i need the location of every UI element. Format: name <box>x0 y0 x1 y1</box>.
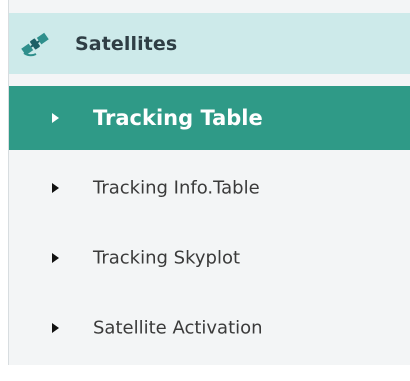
caret-right-icon <box>52 323 59 333</box>
caret-right-icon <box>52 113 59 123</box>
menu-item-tracking-skyplot[interactable]: Tracking Skyplot <box>9 226 410 290</box>
section-title: Satellites <box>75 33 178 55</box>
satellite-icon <box>18 29 52 59</box>
menu-item-label: Tracking Table <box>93 106 263 130</box>
menu-item-label: Tracking Info.Table <box>93 177 260 199</box>
section-header-satellites[interactable]: Satellites <box>9 13 410 74</box>
sidebar-panel: Satellites Tracking Table Tracking Info.… <box>8 0 410 365</box>
menu-item-tracking-info-table[interactable]: Tracking Info.Table <box>9 156 410 220</box>
caret-right-icon <box>52 183 59 193</box>
menu-item-label: Satellite Activation <box>93 317 263 339</box>
menu-item-satellite-activation[interactable]: Satellite Activation <box>9 296 410 360</box>
caret-right-icon <box>52 253 59 263</box>
menu-item-tracking-table[interactable]: Tracking Table <box>9 86 410 150</box>
menu-item-label: Tracking Skyplot <box>93 247 241 269</box>
window: Satellites Tracking Table Tracking Info.… <box>0 0 410 381</box>
